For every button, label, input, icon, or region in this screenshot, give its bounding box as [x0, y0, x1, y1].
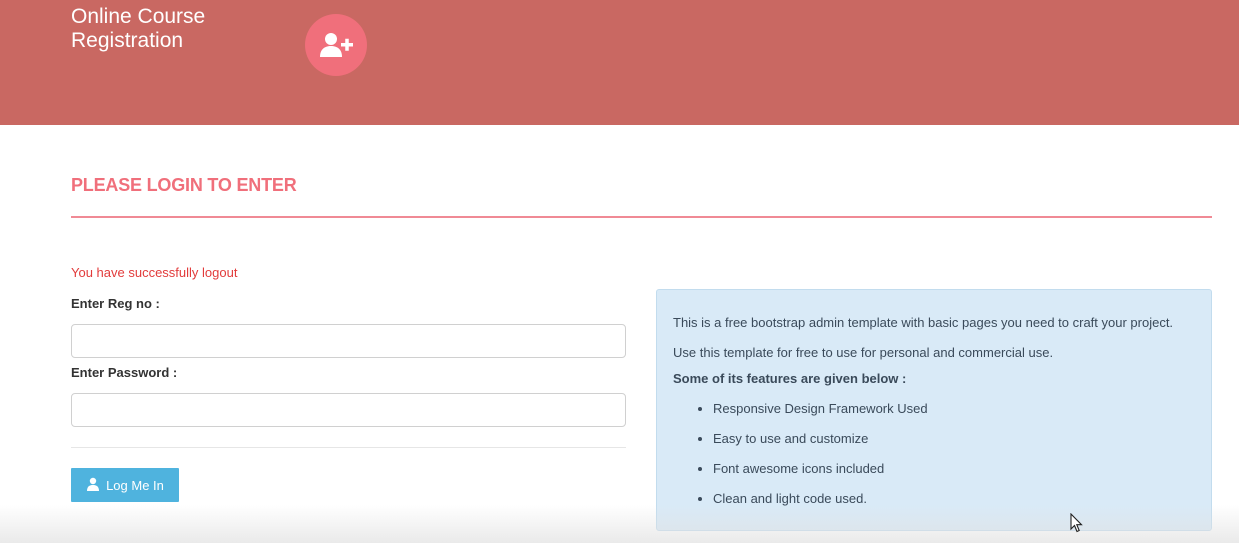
page-header: Online Course Registration [0, 0, 1239, 125]
password-input[interactable] [71, 393, 626, 427]
feature-item: Easy to use and customize [713, 424, 1195, 454]
title-divider [71, 216, 1212, 218]
feature-item: Responsive Design Framework Used [713, 394, 1195, 424]
mouse-cursor-icon [1070, 512, 1084, 538]
bottom-shadow [0, 505, 1239, 543]
password-label: Enter Password : [71, 365, 178, 380]
feature-list: Responsive Design Framework Used Easy to… [673, 394, 1195, 514]
features-title: Some of its features are given below : [673, 371, 907, 386]
brand-title-line1: Online Course [71, 5, 206, 28]
brand-title-line2: Registration [71, 29, 184, 52]
form-divider [71, 447, 626, 448]
feature-item: Font awesome icons included [713, 454, 1195, 484]
page-title: PLEASE LOGIN TO ENTER [71, 175, 297, 195]
user-plus-icon [305, 14, 367, 76]
info-panel: This is a free bootstrap admin template … [656, 289, 1212, 531]
user-icon [86, 477, 100, 494]
logout-status-message: You have successfully logout [71, 265, 238, 280]
login-button-label: Log Me In [106, 477, 164, 493]
login-button[interactable]: Log Me In [71, 468, 179, 502]
reg-no-input[interactable] [71, 324, 626, 358]
brand-title[interactable]: Online Course Registration [71, 5, 205, 53]
reg-no-label: Enter Reg no : [71, 296, 160, 311]
info-description: This is a free bootstrap admin template … [673, 315, 1174, 360]
